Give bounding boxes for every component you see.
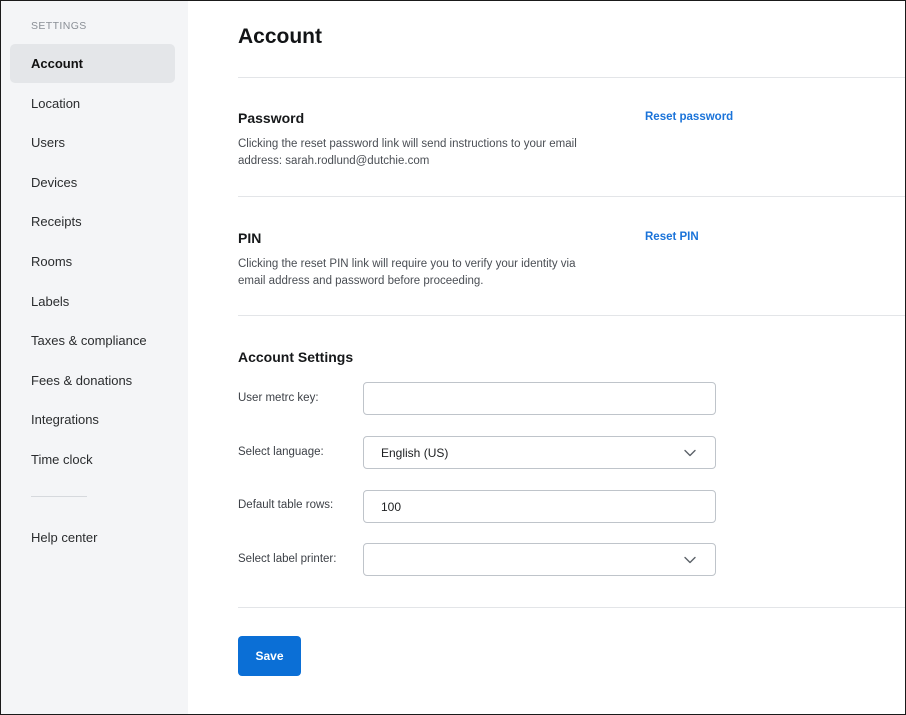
language-label: Select language: — [238, 446, 324, 458]
sidebar-item-taxes-compliance[interactable]: Taxes & compliance — [10, 321, 175, 360]
sidebar-item-devices[interactable]: Devices — [10, 163, 175, 202]
account-settings-panel: Account Password Clicking the reset pass… — [188, 1, 905, 714]
chevron-down-icon — [684, 556, 696, 564]
sidebar-item-account[interactable]: Account — [10, 44, 175, 83]
table-rows-field[interactable] — [363, 490, 716, 523]
table-rows-input[interactable] — [381, 491, 715, 522]
divider — [238, 607, 905, 608]
settings-sidebar: SETTINGS Account Location Users Devices … — [1, 1, 188, 714]
table-rows-label: Default table rows: — [238, 499, 334, 511]
reset-pin-link[interactable]: Reset PIN — [645, 231, 699, 243]
reset-password-link[interactable]: Reset password — [645, 111, 733, 123]
chevron-down-icon — [684, 449, 696, 457]
language-select[interactable]: English (US) — [363, 436, 716, 469]
metrc-key-label: User metrc key: — [238, 392, 319, 404]
password-section-description: Clicking the reset password link will se… — [238, 138, 577, 167]
account-settings-title: Account Settings — [238, 349, 354, 365]
divider — [238, 77, 905, 78]
page-title: Account — [238, 25, 322, 48]
sidebar-item-location[interactable]: Location — [10, 84, 175, 123]
metrc-key-input[interactable] — [381, 383, 715, 414]
sidebar-item-receipts[interactable]: Receipts — [10, 202, 175, 241]
label-printer-label: Select label printer: — [238, 553, 337, 565]
pin-section-description: Clicking the reset PIN link will require… — [238, 258, 576, 287]
settings-window: SETTINGS Account Location Users Devices … — [0, 0, 906, 715]
sidebar-nav: Account Location Users Devices Receipts … — [10, 44, 175, 480]
sidebar-item-integrations[interactable]: Integrations — [10, 400, 175, 439]
pin-section-title: PIN — [238, 230, 262, 246]
password-section-title: Password — [238, 110, 305, 126]
sidebar-item-rooms[interactable]: Rooms — [10, 242, 175, 281]
sidebar-item-help-center[interactable]: Help center — [10, 518, 175, 557]
save-button[interactable]: Save — [238, 636, 301, 676]
sidebar-item-time-clock[interactable]: Time clock — [10, 440, 175, 479]
label-printer-select[interactable] — [363, 543, 716, 576]
sidebar-item-users[interactable]: Users — [10, 123, 175, 162]
sidebar-item-fees-donations[interactable]: Fees & donations — [10, 361, 175, 400]
sidebar-divider — [31, 496, 87, 497]
divider — [238, 196, 905, 197]
sidebar-heading: SETTINGS — [31, 20, 87, 32]
language-selected-value: English (US) — [381, 445, 449, 460]
divider — [238, 315, 905, 316]
metrc-key-field[interactable] — [363, 382, 716, 415]
sidebar-item-labels[interactable]: Labels — [10, 282, 175, 321]
